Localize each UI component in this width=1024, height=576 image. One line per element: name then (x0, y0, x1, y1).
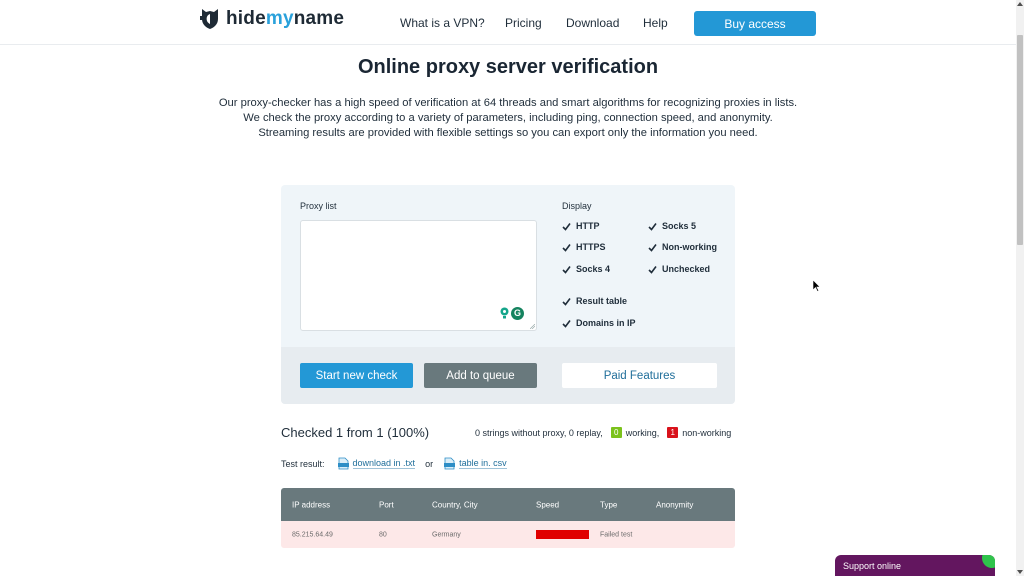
working-count-badge: 0 (610, 427, 622, 438)
nav-help[interactable]: Help (643, 16, 668, 30)
grammarly-widget[interactable]: G (498, 304, 526, 322)
checkmark-icon (648, 265, 657, 274)
download-txt-link[interactable]: download in .txt (352, 458, 416, 469)
result-stats: 0 strings without proxy, 0 replay, 0 wor… (475, 427, 731, 438)
online-status-dot (982, 555, 995, 568)
display-socks4-checkbox[interactable]: Socks 4 (562, 264, 610, 274)
page-title: Online proxy server verification (357, 56, 659, 78)
csv-file-icon[interactable] (443, 457, 456, 470)
cell-ip: 85.215.64.49 (292, 531, 333, 538)
page-description: Our proxy-checker has a high speed of ve… (0, 96, 1016, 141)
add-to-queue-button[interactable]: Add to queue (424, 363, 537, 388)
description-line: Our proxy-checker has a high speed of ve… (218, 97, 798, 109)
display-http-checkbox[interactable]: HTTP (562, 221, 600, 231)
table-row: 85.215.64.49 80 Germany Failed test (281, 521, 735, 548)
download-csv-link[interactable]: table in. csv (459, 458, 507, 469)
checked-summary: Checked 1 from 1 (100%) (281, 425, 430, 440)
logo[interactable]: hidemyname (200, 8, 344, 30)
scroll-up-arrow-icon[interactable] (1017, 2, 1023, 6)
support-chat-widget[interactable]: Support online (835, 555, 995, 576)
proxy-check-form: Proxy list G Display HTTP HTTPS Socks 4 … (281, 185, 735, 404)
checkmark-icon (562, 319, 571, 328)
description-line: Streaming results are provided with flex… (258, 127, 758, 139)
or-label: or (425, 458, 434, 469)
display-unchecked-checkbox[interactable]: Unchecked (648, 264, 710, 274)
proxy-list-label: Proxy list (300, 201, 337, 211)
nonworking-count-badge: 1 (667, 427, 679, 438)
page-scrollbar[interactable] (1016, 0, 1024, 576)
working-label: working, (625, 427, 660, 438)
display-result-table-checkbox[interactable]: Result table (562, 296, 627, 306)
lightbulb-icon (500, 307, 509, 319)
display-socks5-checkbox[interactable]: Socks 5 (648, 221, 696, 231)
txt-file-icon[interactable] (337, 457, 350, 470)
scroll-down-arrow-icon[interactable] (1017, 570, 1023, 574)
table-header: IP address Port Country, City Speed Type… (281, 488, 735, 521)
test-result-label: Test result: (281, 458, 325, 469)
support-label: Support online (843, 561, 902, 571)
checkmark-icon (562, 265, 571, 274)
cell-port: 80 (379, 531, 387, 538)
column-header-speed[interactable]: Speed (536, 500, 559, 509)
site-header: hidemyname What is a VPN? Pricing Downlo… (0, 0, 1016, 45)
paid-features-button[interactable]: Paid Features (562, 363, 717, 388)
display-label: Display (562, 201, 592, 211)
checkmark-icon (648, 243, 657, 252)
checkmark-icon (562, 243, 571, 252)
column-header-anonymity[interactable]: Anonymity (656, 500, 693, 509)
checkmark-icon (648, 222, 657, 231)
column-header-type[interactable]: Type (600, 500, 617, 509)
shield-logo-icon (200, 9, 218, 29)
nav-pricing[interactable]: Pricing (505, 16, 542, 30)
nav-download[interactable]: Download (566, 16, 619, 30)
stats-prefix: 0 strings without proxy, 0 replay, (475, 427, 603, 438)
resize-grip-icon[interactable] (530, 324, 535, 329)
display-domains-in-ip-checkbox[interactable]: Domains in IP (562, 318, 636, 328)
display-nonworking-checkbox[interactable]: Non-working (648, 242, 717, 252)
grammarly-icon: G (511, 306, 524, 320)
nonworking-label: non-working (682, 427, 732, 438)
test-result-exports: Test result: download in .txt or table i… (281, 457, 507, 470)
results-table: IP address Port Country, City Speed Type… (281, 488, 735, 548)
cell-type: Failed test (600, 531, 633, 538)
display-https-checkbox[interactable]: HTTPS (562, 242, 606, 252)
buy-access-button[interactable]: Buy access (694, 11, 816, 36)
cell-country: Germany (432, 531, 461, 538)
mouse-cursor-icon (813, 280, 821, 292)
column-header-country[interactable]: Country, City (432, 500, 478, 509)
logo-text: hidemyname (226, 8, 345, 29)
description-line: We check the proxy according to a variet… (243, 112, 773, 124)
form-actions: Start new check Add to queue Paid Featur… (281, 347, 735, 404)
column-header-port[interactable]: Port (379, 500, 394, 509)
checkmark-icon (562, 297, 571, 306)
speed-bar (536, 530, 589, 539)
column-header-ip[interactable]: IP address (292, 500, 330, 509)
checkmark-icon (562, 222, 571, 231)
scrollbar-thumb[interactable] (1017, 35, 1023, 245)
nav-what-is-vpn[interactable]: What is a VPN? (400, 16, 485, 30)
start-new-check-button[interactable]: Start new check (300, 363, 413, 388)
